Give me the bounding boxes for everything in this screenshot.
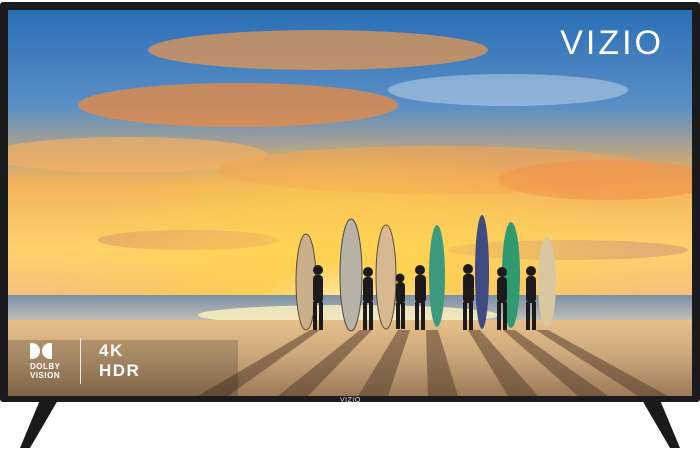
4k-hdr-badge: 4K HDR: [99, 341, 140, 381]
hdr-label: HDR: [99, 361, 141, 380]
tv-screen: VIZIO DOLBY VISION 4K HDR: [8, 10, 692, 396]
feature-badges: DOLBY VISION 4K HDR: [30, 335, 140, 387]
tv-bezel: VIZIO DOLBY VISION 4K HDR VIZIO: [0, 2, 700, 404]
bezel-logo: VIZIO: [340, 397, 361, 404]
television: VIZIO DOLBY VISION 4K HDR VIZIO: [0, 0, 700, 450]
left-stand-leg: [20, 400, 58, 448]
vizio-logo: VIZIO: [560, 24, 664, 62]
right-stand-leg: [642, 400, 680, 448]
dolby-icon: [30, 342, 52, 359]
dolby-vision-badge: DOLBY VISION: [30, 342, 76, 380]
resolution-label: 4K: [99, 341, 124, 360]
badge-divider: [80, 338, 81, 384]
dolby-line2: VISION: [30, 370, 61, 380]
dolby-line1: DOLBY: [30, 361, 61, 371]
